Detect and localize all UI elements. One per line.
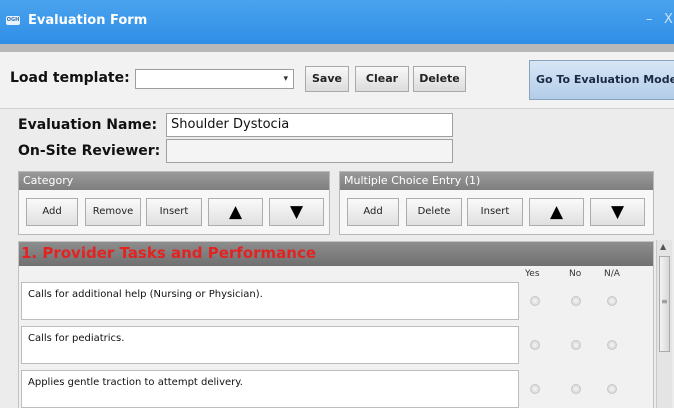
- arrow-down-icon: ▼: [289, 202, 304, 222]
- category-insert-button[interactable]: Insert: [146, 198, 202, 226]
- category-move-up-button[interactable]: ▲: [208, 198, 263, 226]
- scrollbar-thumb[interactable]: ≡: [659, 256, 670, 352]
- na-radio[interactable]: [607, 340, 617, 350]
- title-divider: [0, 44, 674, 52]
- no-radio[interactable]: [571, 340, 581, 350]
- no-radio[interactable]: [571, 384, 581, 394]
- category-panel: Category Add Remove Insert ▲ ▼: [18, 171, 330, 235]
- category-add-button[interactable]: Add: [26, 198, 78, 226]
- go-to-evaluation-mode-button[interactable]: Go To Evaluation Mode: [529, 60, 674, 100]
- close-button[interactable]: X: [664, 12, 673, 27]
- category-header[interactable]: 1. Provider Tasks and Performance: [19, 242, 653, 266]
- no-radio[interactable]: [571, 296, 581, 306]
- arrow-up-icon: ▲: [549, 202, 564, 222]
- category-title: 1. Provider Tasks and Performance: [21, 244, 317, 262]
- window-title: Evaluation Form: [28, 13, 148, 28]
- toolbar: Load template: ▾ Save Clear Delete Go To…: [0, 52, 674, 108]
- question-text[interactable]: Calls for pediatrics.: [21, 326, 519, 364]
- reviewer-field[interactable]: [166, 139, 453, 163]
- question-row: Calls for additional help (Nursing or Ph…: [19, 282, 653, 322]
- vertical-scrollbar[interactable]: ▲ ≡: [656, 240, 672, 408]
- clear-button[interactable]: Clear: [355, 66, 409, 92]
- choice-move-up-button[interactable]: ▲: [529, 198, 584, 226]
- multiple-choice-panel-header: Multiple Choice Entry (1): [340, 172, 653, 190]
- reviewer-label: On-Site Reviewer:: [18, 143, 161, 159]
- save-button[interactable]: Save: [305, 66, 349, 92]
- question-row: Applies gentle traction to attempt deliv…: [19, 370, 653, 408]
- question-text[interactable]: Calls for additional help (Nursing or Ph…: [21, 282, 519, 320]
- grip-icon: ≡: [661, 297, 668, 306]
- multiple-choice-panel: Multiple Choice Entry (1) Add Delete Ins…: [339, 171, 654, 235]
- column-na-label: N/A: [604, 269, 620, 279]
- yes-radio[interactable]: [530, 340, 540, 350]
- na-radio[interactable]: [607, 296, 617, 306]
- category-move-down-button[interactable]: ▼: [269, 198, 324, 226]
- minimize-button[interactable]: –: [646, 12, 653, 27]
- choice-insert-button[interactable]: Insert: [467, 198, 523, 226]
- delete-button[interactable]: Delete: [413, 66, 466, 92]
- evaluation-name-label: Evaluation Name:: [18, 117, 158, 133]
- scroll-up-icon[interactable]: ▲: [660, 242, 666, 251]
- category-panel-header: Category: [19, 172, 329, 190]
- evaluation-name-field[interactable]: Shoulder Dystocia: [166, 113, 453, 137]
- category-remove-button[interactable]: Remove: [85, 198, 141, 226]
- form-area: Evaluation Name: Shoulder Dystocia On-Si…: [0, 108, 674, 408]
- arrow-down-icon: ▼: [610, 202, 625, 222]
- choice-move-down-button[interactable]: ▼: [590, 198, 645, 226]
- question-list: 1. Provider Tasks and Performance Yes No…: [18, 241, 654, 408]
- question-text[interactable]: Applies gentle traction to attempt deliv…: [21, 370, 519, 408]
- na-radio[interactable]: [607, 384, 617, 394]
- choice-add-button[interactable]: Add: [347, 198, 399, 226]
- yes-radio[interactable]: [530, 296, 540, 306]
- arrow-up-icon: ▲: [228, 202, 243, 222]
- template-select[interactable]: ▾: [135, 69, 294, 89]
- chevron-down-icon[interactable]: ▾: [283, 74, 288, 84]
- yes-radio[interactable]: [530, 384, 540, 394]
- title-bar: OGH Evaluation Form – X: [0, 0, 674, 44]
- load-template-label: Load template:: [10, 70, 130, 86]
- question-row: Calls for pediatrics.: [19, 326, 653, 366]
- choice-delete-button[interactable]: Delete: [406, 198, 462, 226]
- column-no-label: No: [569, 269, 582, 279]
- app-icon: OGH: [6, 16, 20, 25]
- column-yes-label: Yes: [525, 269, 540, 279]
